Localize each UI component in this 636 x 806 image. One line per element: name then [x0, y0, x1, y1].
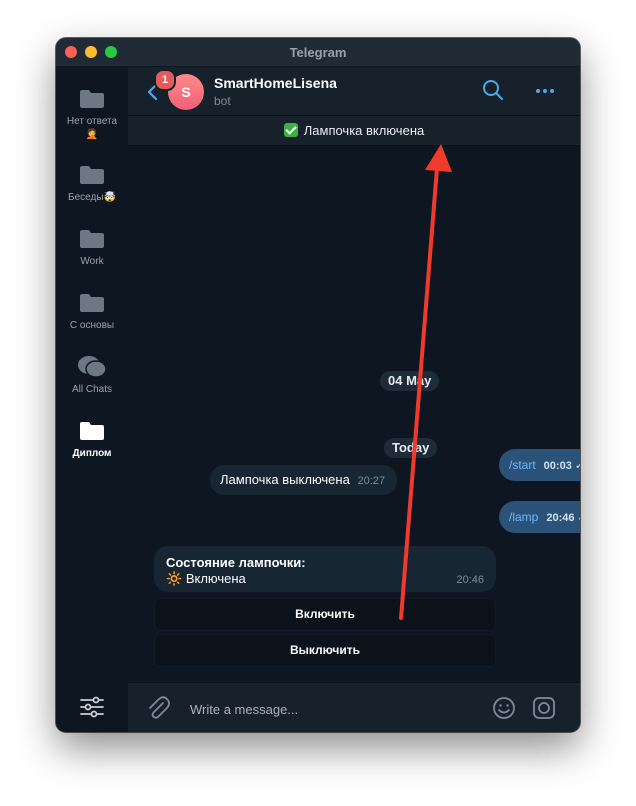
folder-emoji: 🤦	[85, 129, 99, 140]
window-title: Telegram	[289, 45, 347, 60]
folder-label: Work	[80, 256, 104, 267]
folder-icon	[79, 293, 105, 313]
folder-chats[interactable]: Беседы🤯	[56, 165, 128, 204]
emoji-icon[interactable]	[492, 696, 516, 720]
turn-off-button[interactable]: Выключить	[154, 634, 496, 667]
message-time: 00:03	[543, 460, 572, 472]
date-separator: Today	[384, 438, 438, 458]
message-time: 20:27	[357, 475, 385, 487]
check-mark-icon	[283, 123, 298, 137]
message-composer	[128, 682, 580, 732]
folder-diploma[interactable]: Диплом	[56, 421, 128, 460]
folder-icon	[79, 229, 105, 249]
folder-emoji: 🤯	[103, 192, 116, 203]
status-title: Состояние лампочки:	[166, 555, 306, 570]
incoming-message[interactable]: Состояние лампочки: 🔆 Включена 20:46	[154, 546, 496, 592]
title-bar: Telegram	[56, 38, 580, 67]
message-input[interactable]	[188, 695, 482, 723]
turn-on-button[interactable]: Включить	[154, 598, 496, 631]
folder-icon	[79, 89, 105, 109]
message-time: 20:46	[546, 512, 575, 524]
chat-subtitle: bot	[214, 94, 231, 108]
folder-icon	[79, 421, 105, 441]
more-icon[interactable]	[534, 80, 556, 102]
incoming-message[interactable]: Лампочка выключена 20:27	[210, 465, 397, 495]
folder-label: С основы	[69, 320, 115, 331]
folder-work[interactable]: Work	[56, 229, 128, 268]
folder-all-chats[interactable]: All Chats	[56, 355, 128, 396]
sun-emoji: 🔆	[166, 571, 183, 586]
camera-icon[interactable]	[532, 696, 556, 720]
message-time: 20:46	[456, 574, 484, 586]
chat-title[interactable]: SmartHomeLisena	[214, 75, 337, 91]
status-value: Включена	[185, 571, 246, 586]
folder-label: Нет ответа	[66, 116, 118, 127]
folder-sidebar: Нет ответа 🤦 Беседы🤯 Work С основы All C…	[56, 67, 128, 732]
command-link[interactable]: /start	[509, 458, 536, 472]
chat-panel: S 1 SmartHomeLisena bot Лампочка включен…	[128, 67, 580, 732]
chat-bubbles-icon	[77, 355, 107, 379]
date-separator: 04 May	[380, 371, 440, 391]
folder-icon	[79, 165, 105, 185]
unread-badge: 1	[154, 69, 176, 91]
read-ticks-icon: ✓✓	[577, 512, 580, 524]
folder-label: Диплом	[72, 448, 112, 459]
search-icon[interactable]	[482, 79, 504, 101]
paperclip-icon[interactable]	[146, 695, 170, 721]
message-text: Лампочка выключена	[220, 472, 350, 487]
pinned-message-text: Лампочка включена	[303, 123, 425, 138]
folder-label: Беседы	[68, 192, 104, 203]
telegram-window: Telegram Нет ответа 🤦 Беседы🤯 Work С осн…	[56, 38, 580, 732]
message-list: 04 May /start00:03✓✓ Today Лампочка выкл…	[128, 146, 580, 682]
folder-label: All Chats	[71, 384, 112, 395]
sliders-icon[interactable]	[79, 694, 105, 720]
pinned-message-bar[interactable]: Лампочка включена	[128, 116, 580, 146]
folder-no-reply[interactable]: Нет ответа 🤦	[56, 89, 128, 141]
read-ticks-icon: ✓✓	[574, 460, 580, 472]
chat-header: S 1 SmartHomeLisena bot	[128, 67, 580, 116]
command-link[interactable]: /lamp	[509, 510, 538, 524]
outgoing-message[interactable]: /lamp 20:46✓✓	[499, 501, 580, 533]
folder-from-scratch[interactable]: С основы	[56, 293, 128, 332]
outgoing-message[interactable]: /start 00:03✓✓	[499, 449, 580, 481]
